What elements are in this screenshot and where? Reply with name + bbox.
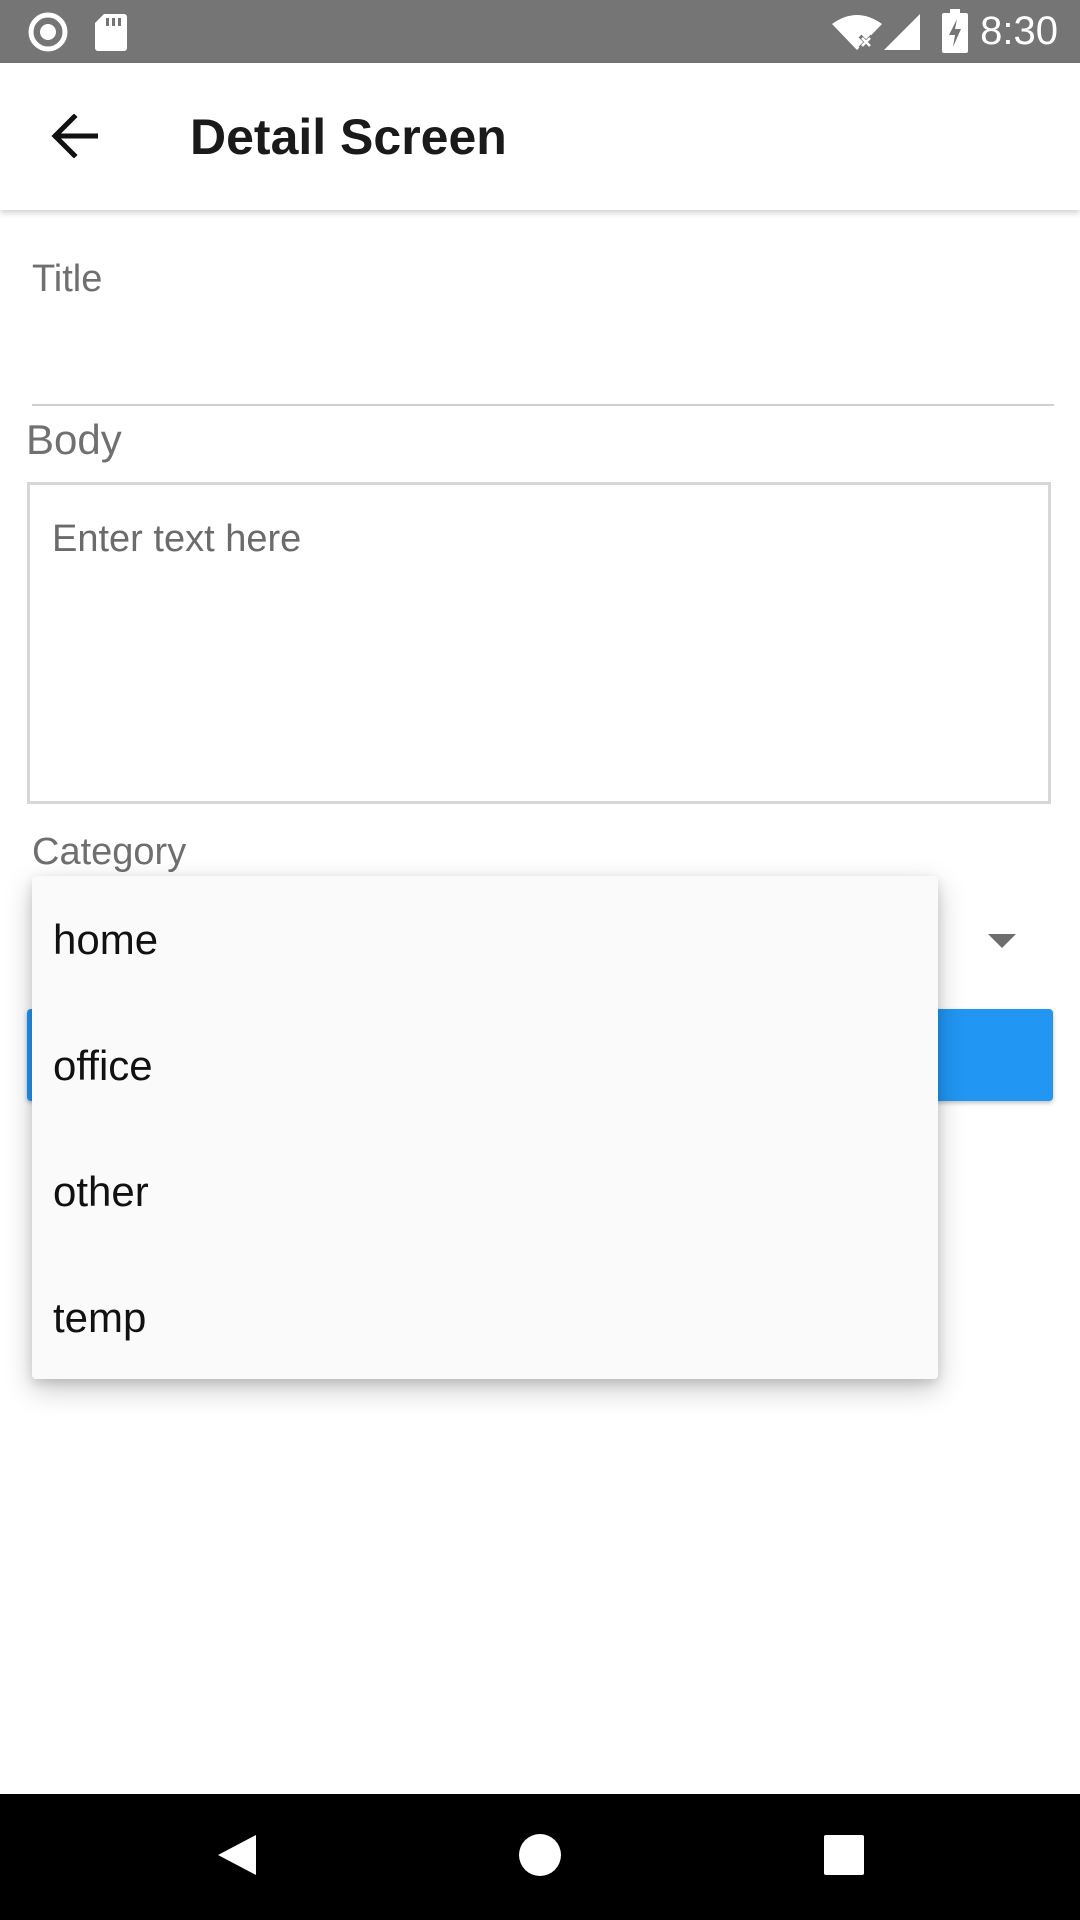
navigation-bar xyxy=(0,1794,1080,1920)
record-icon xyxy=(28,12,68,57)
menu-item-label: other xyxy=(53,1168,149,1215)
wifi-icon xyxy=(832,14,882,55)
back-button[interactable] xyxy=(34,103,114,173)
title-input[interactable] xyxy=(32,310,1054,406)
menu-item-label: home xyxy=(53,916,159,963)
body-textarea[interactable] xyxy=(27,482,1051,804)
nav-recents-button[interactable] xyxy=(809,1822,879,1892)
app-bar: Detail Screen xyxy=(0,63,1080,210)
category-dropdown-menu: home office other temp xyxy=(32,876,938,1379)
status-bar: 8:30 xyxy=(0,0,1080,63)
category-label: Category xyxy=(32,831,187,873)
menu-item-label: office xyxy=(53,1042,153,1089)
title-label: Title xyxy=(32,258,103,300)
menu-item-office[interactable]: office xyxy=(32,1002,938,1128)
menu-item-temp[interactable]: temp xyxy=(32,1254,938,1379)
nav-back-button[interactable] xyxy=(201,1822,271,1892)
arrow-back-icon xyxy=(50,112,99,163)
menu-item-other[interactable]: other xyxy=(32,1128,938,1254)
battery-charging-icon xyxy=(942,9,968,58)
body-label: Body xyxy=(26,416,122,463)
menu-item-label: temp xyxy=(53,1294,147,1341)
nav-home-icon xyxy=(517,1832,563,1883)
sd-card-icon xyxy=(94,12,128,57)
menu-item-home[interactable]: home xyxy=(32,876,938,1002)
nav-back-icon xyxy=(212,1831,260,1884)
nav-recents-icon xyxy=(823,1834,865,1881)
status-time: 8:30 xyxy=(980,9,1058,53)
nav-home-button[interactable] xyxy=(505,1822,575,1892)
signal-icon xyxy=(882,12,922,57)
page-title: Detail Screen xyxy=(190,109,507,165)
arrow-drop-down-icon[interactable] xyxy=(988,934,1016,948)
